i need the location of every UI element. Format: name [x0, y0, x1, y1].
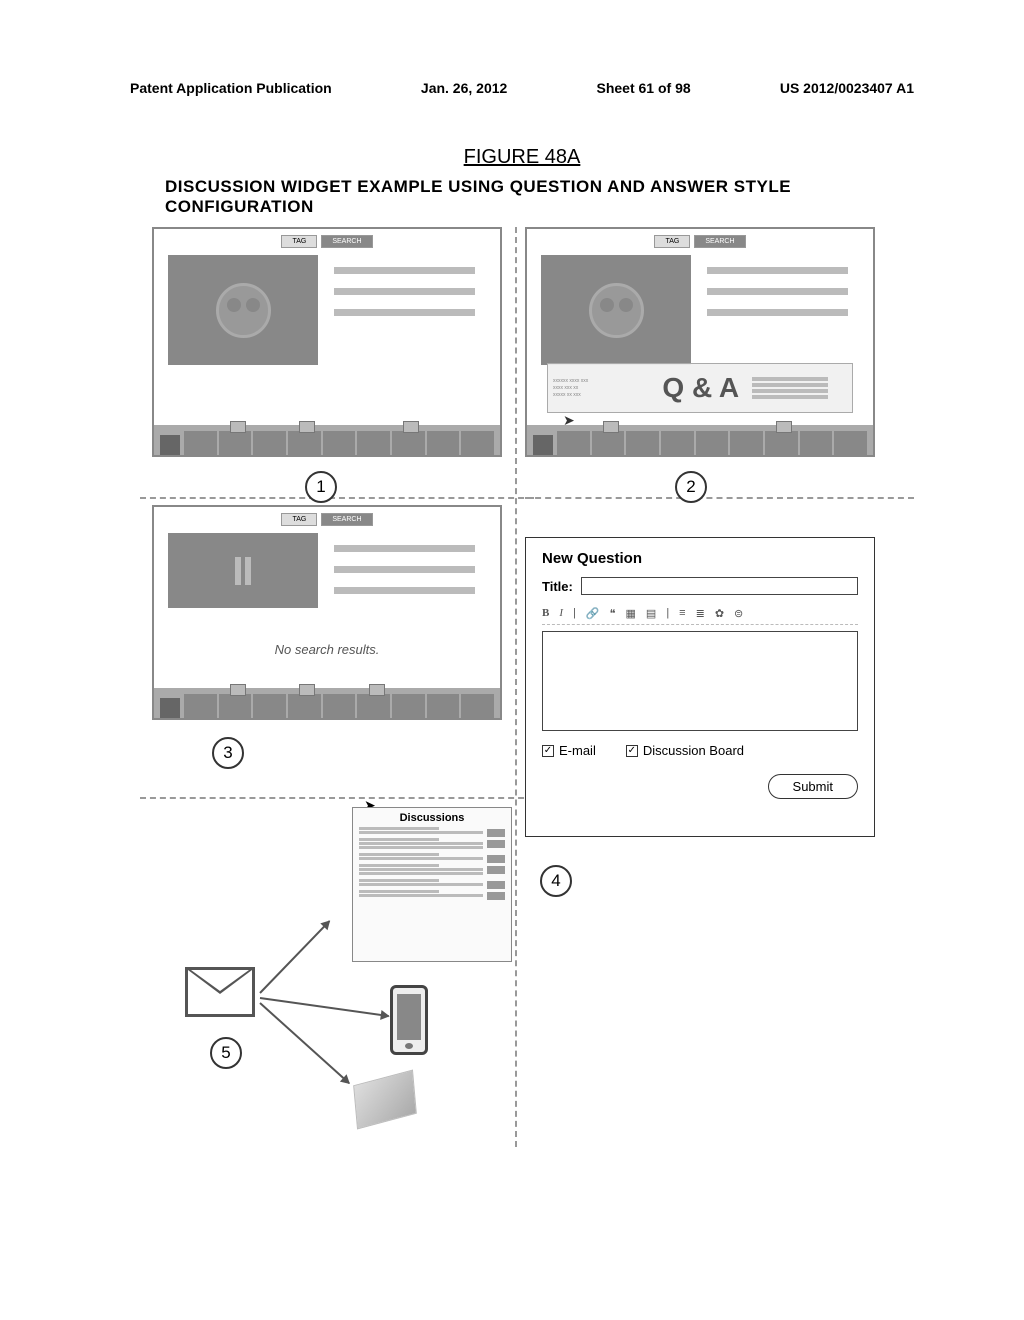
board-label: Discussion Board	[643, 743, 744, 758]
arrow-to-discussions	[259, 920, 330, 993]
film-reel-icon	[589, 283, 644, 338]
misc-icon[interactable]: ✿	[715, 607, 724, 620]
panel-2: TAG SEARCH xxxxxx xxxx xxxxxxx xxx xxxxx…	[525, 227, 875, 457]
italic-button[interactable]: I	[559, 607, 563, 620]
step-number-4: 4	[540, 865, 572, 897]
step-number-1: 1	[305, 471, 337, 503]
pause-icon	[235, 557, 241, 585]
tab-tag[interactable]: TAG	[281, 513, 317, 526]
sheet-num: Sheet 61 of 98	[597, 80, 691, 96]
tab-search[interactable]: SEARCH	[694, 235, 745, 248]
editor-toolbar[interactable]: B I | 🔗 ❝ ▦ ▤ | ≡ ≣ ✿ ⊜	[542, 603, 858, 625]
discussion-item[interactable]	[359, 827, 505, 834]
discussion-item[interactable]	[359, 879, 505, 886]
device-icon	[353, 1070, 417, 1130]
phone-icon	[390, 985, 428, 1055]
ol-icon[interactable]: ≡	[679, 607, 685, 620]
divider: |	[666, 607, 669, 620]
discussion-item[interactable]	[359, 838, 505, 849]
form-heading: New Question	[542, 550, 858, 567]
panel-1: TAG SEARCH	[152, 227, 502, 457]
home-button[interactable]	[160, 698, 180, 718]
tabs-row: TAG SEARCH	[154, 229, 500, 251]
pub-label: Patent Application Publication	[130, 80, 332, 96]
thumbnail-strip[interactable]	[527, 425, 873, 455]
divider: |	[573, 607, 576, 620]
page-header: Patent Application Publication Jan. 26, …	[130, 80, 914, 96]
film-reel-icon	[216, 283, 271, 338]
discussions-panel: Discussions	[352, 807, 512, 962]
video-thumbnail[interactable]	[541, 255, 691, 365]
discussion-item[interactable]	[359, 890, 505, 897]
panel-4-form: New Question Title: B I | 🔗 ❝ ▦ ▤ | ≡ ≣ …	[525, 537, 875, 837]
tab-tag[interactable]: TAG	[281, 235, 317, 248]
home-button[interactable]	[160, 435, 180, 455]
h-divider-3	[140, 797, 534, 799]
h-divider-1	[140, 497, 534, 499]
thumbnail-strip[interactable]	[154, 425, 500, 455]
step-number-2: 2	[675, 471, 707, 503]
email-checkbox[interactable]: ✓ E-mail	[542, 743, 596, 758]
home-button[interactable]	[533, 435, 553, 455]
editor-textarea[interactable]	[542, 631, 858, 731]
discussion-item[interactable]	[359, 864, 505, 875]
image-icon[interactable]: ▦	[626, 607, 636, 620]
video-thumbnail[interactable]	[168, 255, 318, 365]
more-icon[interactable]: ⊜	[734, 607, 743, 620]
qa-label: Q & A	[654, 372, 747, 404]
arrow-to-phone	[260, 997, 389, 1017]
vertical-divider	[515, 227, 517, 1147]
no-results-text: No search results.	[154, 624, 500, 675]
title-label: Title:	[542, 579, 573, 594]
quote-icon[interactable]: ❝	[610, 607, 616, 620]
submit-button[interactable]: Submit	[768, 774, 858, 799]
step-number-5: 5	[210, 1037, 242, 1069]
thumbnail-strip[interactable]	[154, 688, 500, 718]
h-divider-2	[525, 497, 914, 499]
bold-button[interactable]: B	[542, 607, 549, 620]
tab-search[interactable]: SEARCH	[321, 513, 372, 526]
ul-icon[interactable]: ≣	[696, 607, 705, 620]
pause-icon	[245, 557, 251, 585]
discussions-title: Discussions	[359, 812, 505, 824]
figure-title: FIGURE 48A	[130, 146, 914, 169]
figure-subtitle: DISCUSSION WIDGET EXAMPLE USING QUESTION…	[130, 177, 914, 217]
envelope-icon	[185, 967, 255, 1017]
email-label: E-mail	[559, 743, 596, 758]
qa-desc: xxxxxx xxxx xxxxxxx xxx xxxxxxx xx xxx	[548, 375, 654, 402]
pub-number: US 2012/0023407 A1	[780, 80, 914, 96]
discussion-item[interactable]	[359, 853, 505, 860]
checkbox-icon: ✓	[542, 745, 554, 757]
text-lines	[330, 255, 486, 365]
tab-tag[interactable]: TAG	[654, 235, 690, 248]
title-input[interactable]	[581, 577, 858, 595]
link-icon[interactable]: 🔗	[586, 607, 600, 620]
step-number-3: 3	[212, 737, 244, 769]
board-checkbox[interactable]: ✓ Discussion Board	[626, 743, 744, 758]
qa-right	[747, 372, 852, 404]
figure-grid: TAG SEARCH TAG SEARCH	[130, 227, 914, 1167]
pub-date: Jan. 26, 2012	[421, 80, 507, 96]
checkbox-icon: ✓	[626, 745, 638, 757]
tab-search[interactable]: SEARCH	[321, 235, 372, 248]
panel-3: TAG SEARCH ➤ No search results.	[152, 505, 502, 720]
qa-overlay[interactable]: xxxxxx xxxx xxxxxxx xxx xxxxxxx xx xxx Q…	[547, 363, 853, 413]
arrow-to-device	[259, 1002, 350, 1084]
video-paused[interactable]	[168, 533, 318, 608]
grid-icon[interactable]: ▤	[646, 607, 656, 620]
